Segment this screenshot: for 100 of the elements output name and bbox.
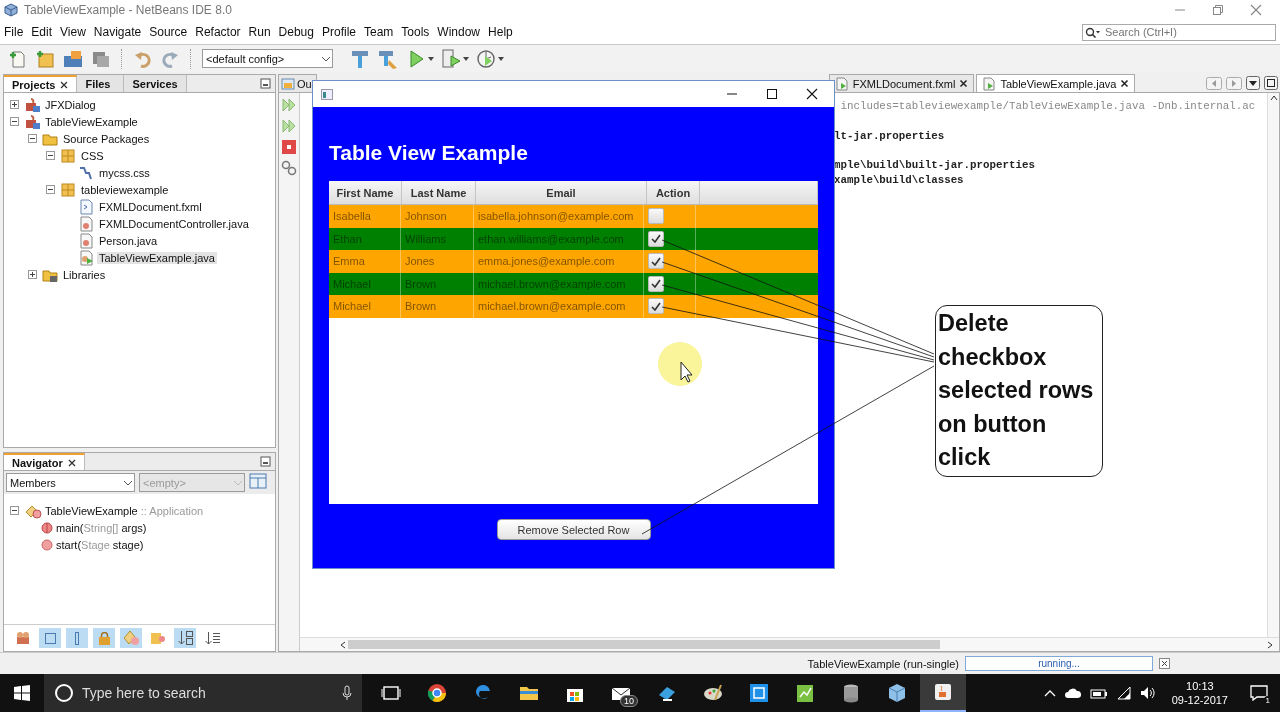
collapse-icon[interactable]	[9, 117, 19, 126]
caret-icon[interactable]	[463, 56, 469, 61]
tree-item[interactable]: Person.java	[97, 234, 160, 247]
tree-item[interactable]: CSS	[79, 149, 106, 162]
menu-item[interactable]: Navigate	[93, 23, 142, 41]
tree-item[interactable]: JFXDialog	[43, 98, 98, 111]
menu-item[interactable]: View	[60, 23, 86, 41]
tree-item[interactable]: FXMLDocumentController.java	[97, 217, 251, 230]
tree-item[interactable]: mycss.css	[97, 166, 152, 179]
close-icon[interactable]	[806, 88, 818, 100]
close-icon[interactable]	[959, 79, 969, 88]
open-project-icon[interactable]	[62, 48, 84, 69]
maximize-icon[interactable]	[1264, 76, 1278, 90]
notifications-button[interactable]: 1	[1244, 678, 1274, 708]
scroll-right-icon[interactable]	[1267, 640, 1273, 649]
menu-item[interactable]: Refactor	[195, 23, 241, 41]
config-dropdown[interactable]: <default config>	[202, 49, 333, 68]
caret-icon[interactable]	[428, 56, 434, 61]
taskbar-app-button[interactable]: 10	[598, 674, 644, 712]
menu-item[interactable]: Help	[488, 23, 513, 41]
panel-tab[interactable]: Services	[124, 75, 187, 92]
editor-tab[interactable]: FXMLDocument.fxml	[828, 74, 975, 92]
minimize-icon[interactable]	[260, 78, 271, 89]
members-dropdown[interactable]: Members	[6, 473, 135, 492]
collapse-icon[interactable]	[27, 134, 37, 143]
minimize-icon[interactable]	[260, 456, 271, 467]
search-field[interactable]: Search (Ctrl+I)	[1082, 23, 1276, 41]
tree-item[interactable]: tableviewexample	[79, 183, 171, 196]
checkbox[interactable]	[648, 275, 664, 292]
menu-item[interactable]: Run	[248, 23, 271, 41]
tree-item[interactable]: TableViewExample	[43, 115, 140, 128]
menu-item[interactable]: Profile	[322, 23, 356, 41]
maximize-icon[interactable]	[766, 88, 778, 100]
tree-item[interactable]: FXMLDocument.fxml	[97, 200, 204, 213]
close-icon[interactable]	[67, 458, 76, 467]
stop-icon[interactable]	[281, 139, 297, 155]
tree-item[interactable]: TableViewExample :: Application	[45, 504, 204, 517]
menu-item[interactable]: File	[4, 23, 24, 41]
checkbox[interactable]	[648, 230, 664, 247]
cancel-icon[interactable]	[1159, 658, 1170, 669]
expand-icon[interactable]	[9, 100, 19, 109]
close-icon[interactable]	[60, 80, 69, 89]
editor-tab[interactable]: TableViewExample.java	[976, 74, 1136, 92]
column-header[interactable]: Last Name	[402, 181, 476, 204]
restore-icon[interactable]	[1212, 4, 1224, 16]
menu-item[interactable]: Edit	[31, 23, 53, 41]
panel-tab[interactable]: Files	[77, 75, 125, 92]
cloud-icon[interactable]	[1063, 687, 1082, 699]
checkbox[interactable]	[648, 298, 664, 315]
menu-item[interactable]: Debug	[278, 23, 314, 41]
battery-icon[interactable]	[1089, 687, 1108, 699]
collapse-icon[interactable]	[9, 506, 19, 515]
toggle-button[interactable]	[120, 628, 142, 648]
chevron-up-icon[interactable]	[1043, 689, 1056, 697]
panel-layout-icon[interactable]	[249, 473, 267, 489]
tree-item[interactable]: start(Stage stage)	[56, 538, 144, 551]
column-header[interactable]: First Name	[329, 181, 402, 204]
expand-icon[interactable]	[27, 270, 37, 279]
toggle-button[interactable]	[66, 628, 88, 648]
menu-item[interactable]: Tools	[401, 23, 430, 41]
wifi-icon[interactable]	[1115, 686, 1132, 700]
taskbar-app-button[interactable]	[920, 674, 966, 712]
scrollbar-thumb[interactable]	[348, 640, 940, 649]
new-file-icon[interactable]	[8, 48, 28, 69]
clock-time[interactable]: 10:13	[1186, 679, 1214, 693]
window-title: TableViewExample - NetBeans IDE 8.0	[24, 3, 232, 17]
menu-item[interactable]: Source	[149, 23, 188, 41]
menu-item[interactable]: Window	[437, 23, 481, 41]
volume-icon[interactable]	[1139, 686, 1156, 700]
profile-icon[interactable]	[476, 47, 496, 70]
close-icon[interactable]	[1120, 79, 1130, 88]
new-project-icon[interactable]	[35, 48, 55, 69]
collapse-icon[interactable]	[45, 185, 55, 194]
checkbox[interactable]	[648, 208, 664, 225]
toggle-button[interactable]	[174, 628, 196, 648]
project-icon	[24, 113, 40, 130]
tree-item[interactable]: main(String[] args)	[56, 521, 147, 534]
table-cell: Brown	[401, 295, 474, 318]
column-header[interactable]: Email	[476, 181, 647, 204]
panel-tab[interactable]: Projects	[4, 75, 78, 92]
checkbox[interactable]	[648, 253, 664, 270]
panel-tab[interactable]: Navigator	[4, 453, 85, 470]
clock-date[interactable]: 09-12-2017	[1171, 693, 1228, 707]
remove-button[interactable]: Remove Selected Row	[496, 519, 651, 540]
scroll-up-icon[interactable]	[1269, 95, 1278, 101]
dropdown-icon[interactable]	[1246, 76, 1260, 90]
caret-icon[interactable]	[498, 56, 504, 61]
tree-item[interactable]: TableViewExample.java	[97, 251, 217, 264]
toggle-button[interactable]	[93, 628, 115, 648]
tree-item[interactable]: Libraries	[61, 268, 108, 281]
scroll-left-icon[interactable]	[340, 640, 346, 649]
microphone-icon[interactable]	[342, 685, 352, 701]
collapse-icon[interactable]	[45, 151, 55, 160]
column-header[interactable]: Action	[647, 181, 700, 204]
menu-item[interactable]: Team	[364, 23, 394, 41]
tree-item[interactable]: Source Packages	[61, 132, 152, 145]
taskbar-search-field[interactable]: Type here to search	[44, 674, 362, 712]
toggle-button[interactable]	[39, 628, 61, 648]
settings-icon[interactable]	[281, 160, 297, 176]
editor-tab[interactable]: Ou	[278, 74, 317, 92]
